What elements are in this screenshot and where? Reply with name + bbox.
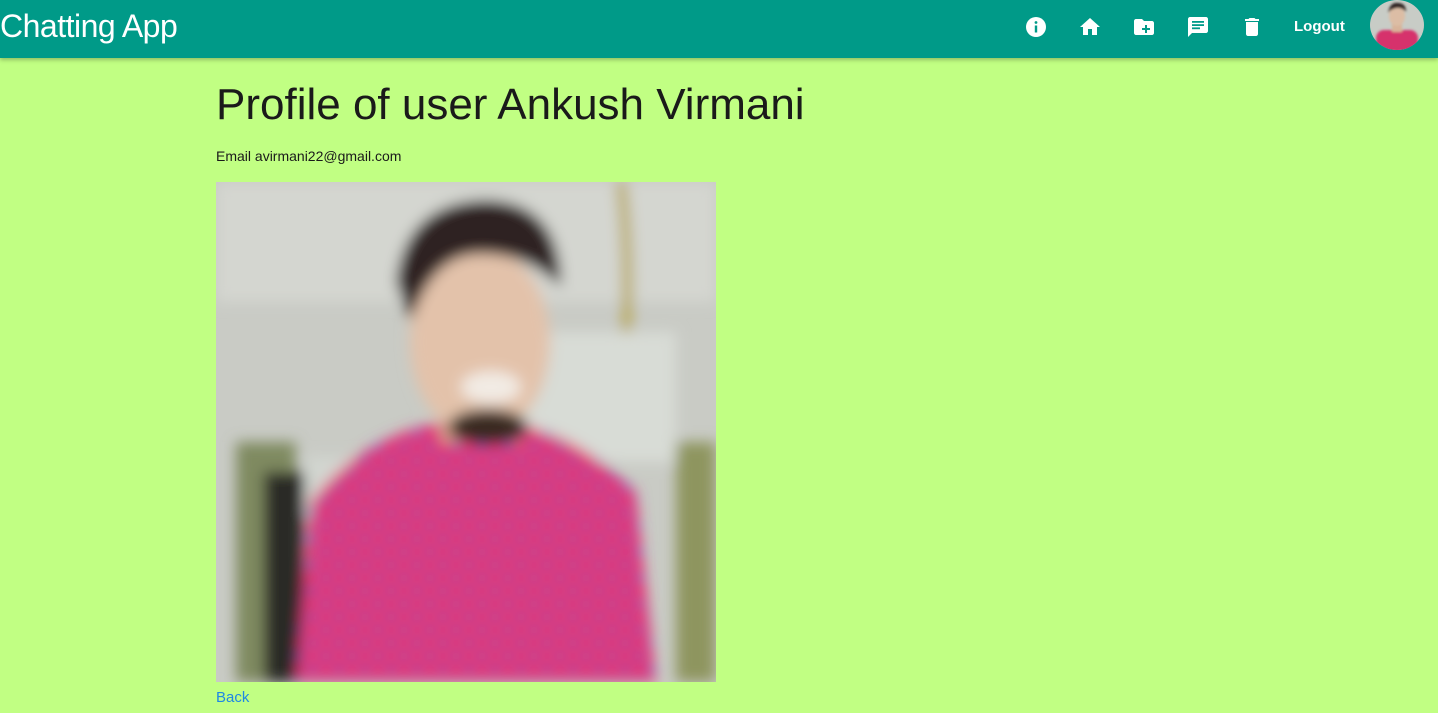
page-title: Profile of user Ankush Virmani [216,80,805,129]
email-value: avirmani22@gmail.com [254,148,402,164]
delete-icon[interactable] [1240,15,1264,39]
app-brand[interactable]: Chatting App [0,7,178,45]
back-link[interactable]: Back [216,689,249,707]
info-icon[interactable] [1024,15,1048,39]
profile-photo [216,182,716,682]
home-icon[interactable] [1078,15,1102,39]
chat-icon[interactable] [1186,15,1210,39]
email-label: Email [216,148,252,164]
top-navbar: Chatting App Logout [0,0,1438,58]
create-folder-icon[interactable] [1132,15,1156,39]
logout-button[interactable]: Logout [1294,18,1345,36]
email-row: Email avirmani22@gmail.com [216,147,401,165]
user-avatar[interactable] [1370,0,1424,50]
